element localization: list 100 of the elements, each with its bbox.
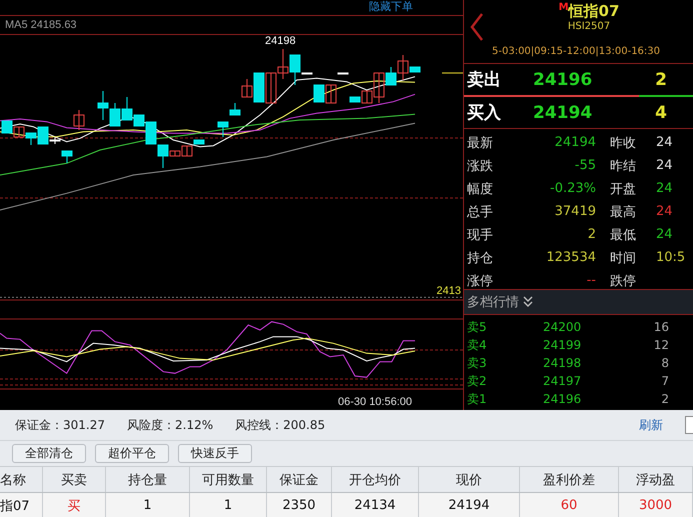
quote-value: 123534: [545, 250, 596, 265]
candlestick: [314, 84, 324, 102]
action-button[interactable]: 全部清仓: [12, 444, 86, 463]
depth-price: 24199: [543, 338, 582, 352]
quote-value: -0.23%: [549, 181, 596, 196]
candlestick: [26, 132, 36, 146]
quote-label: 最新: [466, 134, 494, 152]
account-field: 风控线：200.85: [235, 416, 326, 434]
depth-price: 24200: [543, 320, 582, 334]
quote-value: 10:5: [655, 250, 686, 265]
quote-label: 总手: [466, 204, 494, 220]
candlestick: [218, 122, 228, 138]
quote-value: 24: [655, 181, 673, 196]
depth-volume: 12: [652, 338, 669, 352]
quote-label: 涨跌: [466, 158, 494, 174]
column-header: 现价: [419, 467, 520, 492]
quote-value: 2: [586, 227, 596, 242]
high-price-label: 24198: [265, 35, 296, 47]
ask-volume: 2: [654, 70, 668, 90]
quote-label: 最高: [609, 204, 637, 220]
double-chevron-down-icon: [523, 296, 533, 308]
depth-price: 24196: [543, 392, 582, 406]
column-header: 买卖: [43, 467, 106, 492]
quote-label: 开盘: [609, 180, 637, 198]
quote-label: 昨结: [609, 158, 637, 174]
instrument-name: 恒指07: [568, 2, 620, 21]
column-header: 可用数量: [190, 467, 267, 492]
ask-price: 24196: [533, 70, 594, 90]
depth-volume: 16: [652, 320, 669, 334]
depth-level-label: 卖4: [466, 336, 488, 354]
quote-label: 跌停: [609, 272, 637, 290]
quote-value: 24: [655, 158, 673, 173]
depth-level-label: 卖5: [466, 318, 488, 336]
table-cell: 3000: [619, 493, 693, 517]
column-header: 开仓均价: [332, 467, 419, 492]
instrument-code: HSI2507: [568, 21, 610, 32]
quote-label: 涨停: [466, 272, 494, 290]
quote-value: 24: [655, 227, 673, 242]
action-button[interactable]: 超价平仓: [95, 444, 169, 463]
candlestick: [62, 150, 72, 164]
table-cell: 60: [520, 493, 619, 517]
trading-sessions: 5-03:00|09:15-12:00|13:00-16:30: [492, 46, 660, 57]
table-cell: 24134: [332, 493, 419, 517]
table-cell: 24194: [419, 493, 520, 517]
bid-price: 24194: [533, 102, 594, 122]
bid-label: 买入: [466, 102, 502, 124]
depth-level-label: 卖1: [466, 390, 488, 408]
candlestick: [14, 126, 24, 138]
depth-price: 24197: [543, 374, 582, 388]
ma-label: MA5 24185.63: [5, 19, 77, 31]
account-field: 保证金：301.27: [15, 416, 105, 434]
quote-label: 幅度: [466, 180, 494, 198]
candlestick: [338, 72, 348, 74]
quote-value: 24194: [554, 135, 596, 150]
table-cell: 1: [190, 493, 267, 517]
quote-label: 最低: [609, 226, 637, 244]
price-axis-label: 2413: [436, 285, 461, 297]
column-header: 浮动盈: [619, 467, 693, 492]
hide-order-link[interactable]: 隐藏下单: [369, 0, 413, 15]
column-header: 盈利价差: [520, 467, 619, 492]
depth-volume: 8: [660, 356, 669, 370]
column-header: 持仓量: [106, 467, 190, 492]
quote-value: 24: [655, 204, 673, 219]
quote-value: 37419: [554, 204, 596, 219]
depth-header[interactable]: 多档行情: [464, 289, 693, 315]
market-indicator-label: M: [558, 2, 569, 13]
table-cell: 1: [106, 493, 190, 517]
back-icon[interactable]: [470, 12, 484, 42]
bid-volume: 4: [654, 102, 668, 122]
quote-label: 时间: [609, 250, 637, 266]
action-button[interactable]: 快速反手: [178, 444, 252, 463]
candlestick: [278, 48, 288, 80]
quote-value: --: [586, 273, 596, 288]
quote-label: 昨收: [609, 134, 637, 152]
candlestick: [98, 90, 108, 120]
ask-label: 卖出: [466, 69, 502, 91]
candlestick: [230, 102, 240, 116]
quote-value: -55: [574, 158, 596, 173]
column-header: 名称: [0, 467, 43, 492]
depth-volume: 7: [660, 374, 669, 388]
candlestick: [2, 120, 12, 134]
candlestick: [110, 102, 120, 126]
candlestick: [266, 72, 276, 104]
current-price-line: [442, 72, 463, 74]
table-cell: 买: [43, 493, 106, 517]
refresh-link[interactable]: 刷新: [639, 416, 663, 434]
depth-price: 24198: [543, 356, 582, 370]
account-field: 风险度：2.12%: [127, 416, 214, 434]
quote-value: 24: [655, 135, 673, 150]
depth-volume: 2: [660, 392, 669, 406]
depth-level-label: 卖2: [466, 372, 488, 390]
candlestick: [326, 84, 336, 104]
candlestick: [74, 110, 84, 130]
depth-level-label: 卖3: [466, 354, 488, 372]
quote-label: 持仓: [466, 250, 494, 266]
table-cell: 指07: [0, 493, 43, 517]
table-cell: 2350: [267, 493, 332, 517]
time-axis-label: 06-30 10:56:00: [338, 396, 412, 408]
quote-label: 现手: [466, 226, 494, 244]
column-header: 保证金: [267, 467, 332, 492]
